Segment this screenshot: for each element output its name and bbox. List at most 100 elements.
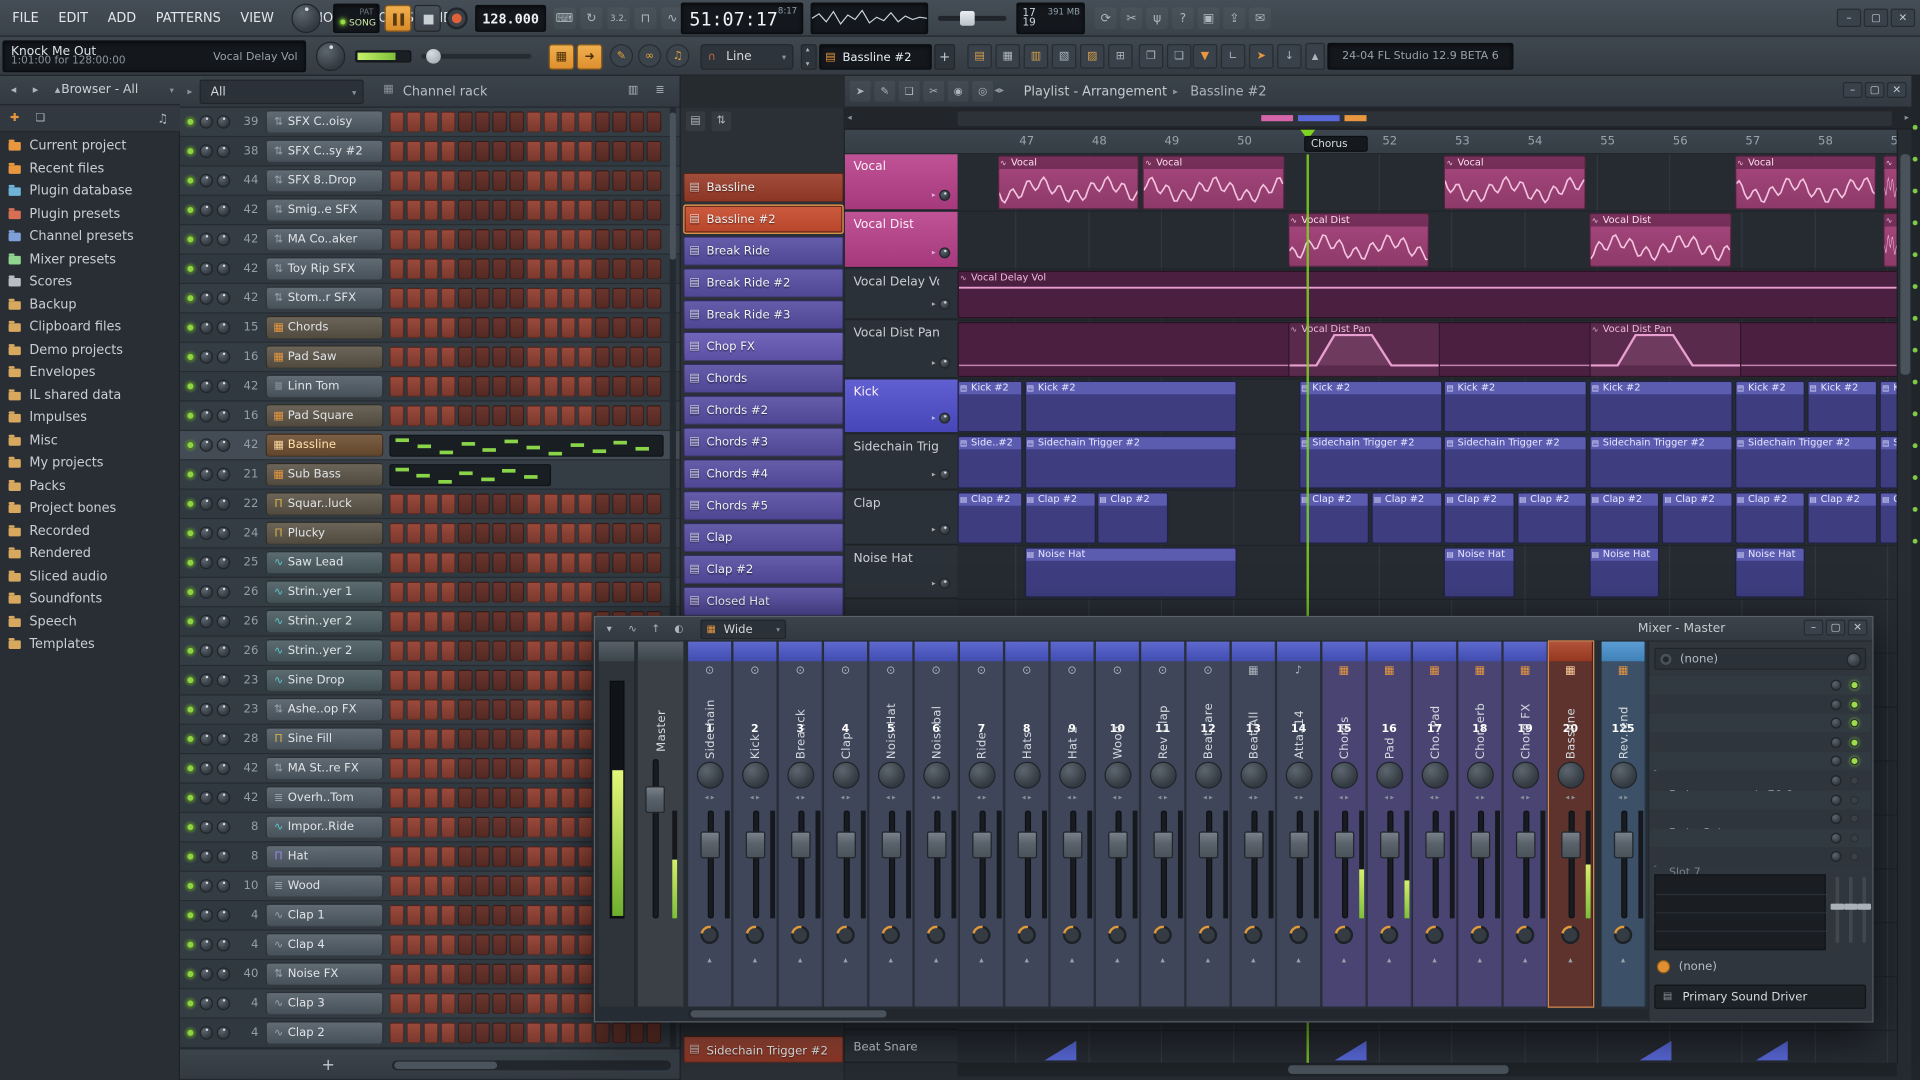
strip-pan-knob[interactable] — [1466, 761, 1494, 789]
step-cell[interactable] — [526, 699, 542, 721]
step-cell[interactable] — [440, 963, 456, 985]
scroll-handle[interactable] — [690, 1010, 887, 1018]
step-cell[interactable] — [492, 728, 507, 750]
step-cell[interactable] — [406, 170, 422, 192]
strip-pan-knob[interactable] — [832, 761, 860, 789]
step-cell[interactable] — [440, 522, 456, 544]
strip-mini-knob[interactable] — [1104, 922, 1131, 948]
strip-route-arrows[interactable]: ▴ — [869, 955, 912, 965]
step-cell[interactable] — [475, 1022, 490, 1044]
picker-view-icon[interactable]: ▤ — [685, 111, 706, 132]
track-expand-icon[interactable]: ▸ — [932, 300, 936, 309]
channel-pan-knob[interactable] — [199, 732, 214, 746]
fader-handle[interactable] — [926, 831, 947, 859]
step-cell[interactable] — [612, 552, 627, 574]
channel-button[interactable]: Overh..Tom ≣ — [265, 786, 384, 810]
step-cell[interactable] — [475, 111, 490, 133]
channel-volume-knob[interactable] — [216, 379, 231, 394]
step-cell[interactable] — [526, 140, 542, 162]
step-cell[interactable] — [440, 170, 456, 192]
step-cell[interactable] — [526, 287, 542, 309]
playlist-clip[interactable]: ▤Clap #2 — [1734, 492, 1805, 544]
step-cell[interactable] — [406, 346, 422, 368]
channel-pan-knob[interactable] — [199, 820, 214, 834]
step-cell[interactable] — [492, 111, 507, 133]
slot-enable-led[interactable] — [1850, 833, 1859, 843]
strip-pan-knob[interactable] — [1059, 761, 1087, 789]
mixer-strip[interactable]: 8 ⊙ Hats ◂ ▸ ▴ — [1005, 641, 1050, 1007]
step-cell[interactable] — [560, 875, 576, 897]
step-cell[interactable] — [475, 405, 490, 427]
pattern-item[interactable]: Chords #2 ▤ — [683, 395, 844, 425]
channel-pan-knob[interactable] — [199, 702, 214, 717]
playlist-clip[interactable]: ▤Kick #2 — [1807, 380, 1878, 433]
fx-slot-9[interactable]: ▸Slot 9 — [1649, 828, 1872, 917]
step-cell[interactable] — [492, 375, 507, 397]
strip-mini-knob[interactable] — [1331, 922, 1357, 948]
step-cell[interactable] — [543, 375, 559, 397]
step-cell[interactable] — [629, 199, 645, 221]
step-cell[interactable] — [475, 846, 490, 867]
channel-mute-led[interactable] — [186, 734, 195, 744]
step-cell[interactable] — [457, 228, 473, 250]
step-cell[interactable] — [440, 1022, 456, 1044]
step-cell[interactable] — [457, 140, 473, 162]
strip-route-arrows[interactable]: ▴ — [1549, 955, 1592, 965]
channel-volume-knob[interactable] — [216, 144, 231, 158]
step-cell[interactable] — [509, 287, 525, 309]
step-cell[interactable] — [492, 493, 507, 515]
step-cell[interactable] — [475, 669, 490, 691]
step-cell[interactable] — [646, 522, 662, 544]
step-cell[interactable] — [475, 757, 490, 779]
step-cell[interactable] — [526, 816, 542, 838]
step-cell[interactable] — [389, 611, 405, 632]
step-cell[interactable] — [475, 552, 490, 574]
step-cell[interactable] — [509, 317, 525, 338]
step-cell[interactable] — [457, 816, 473, 838]
step-cell[interactable] — [509, 816, 525, 838]
track-knob[interactable] — [939, 298, 951, 310]
step-cell[interactable] — [406, 140, 422, 162]
playlist-v-scrollbar[interactable] — [1896, 129, 1912, 1063]
step-cell[interactable] — [560, 904, 576, 926]
step-cell[interactable] — [543, 581, 559, 603]
step-cell[interactable] — [526, 581, 542, 603]
mixer-wave-icon[interactable]: ∿ — [623, 621, 641, 638]
step-cell[interactable] — [543, 317, 559, 338]
step-cell[interactable] — [612, 111, 627, 133]
step-cell[interactable] — [629, 287, 645, 309]
playlist-clip[interactable]: ▤Clap #2 — [957, 492, 1023, 544]
playlist-clip[interactable]: ▤Clap #2 — [1444, 492, 1515, 544]
step-cell[interactable] — [389, 1022, 405, 1044]
step-cell[interactable] — [509, 963, 525, 985]
strip-route-arrows[interactable]: ▴ — [1051, 955, 1094, 965]
step-cell[interactable] — [543, 787, 559, 809]
step-cell[interactable] — [457, 669, 473, 691]
playlist-clip[interactable]: ▤Clap #2 — [1589, 492, 1660, 544]
mixer-strip[interactable]: 20 ▦ Bassline ◂ ▸ ▴ — [1547, 640, 1595, 1008]
step-cell[interactable] — [560, 816, 576, 838]
strip-route-arrows[interactable]: ▴ — [1413, 955, 1456, 965]
step-cell[interactable] — [406, 228, 422, 250]
step-cell[interactable] — [389, 757, 405, 779]
export-icon[interactable]: ⇪ — [1223, 7, 1246, 30]
browser-item-demo-projects[interactable]: Demo projects — [0, 339, 180, 362]
step-cell[interactable] — [526, 875, 542, 897]
channel-button[interactable]: SFX C..oisy ⇅ — [265, 110, 384, 134]
audio-driver-selector[interactable]: ▤ Primary Sound Driver — [1654, 984, 1867, 1009]
step-cell[interactable] — [595, 170, 610, 192]
mixer-icon[interactable]: ▧ — [1051, 44, 1077, 69]
mic-icon[interactable]: ψ — [1146, 7, 1169, 30]
track-expand-icon[interactable]: ▸ — [932, 249, 936, 258]
channel-button[interactable]: Clap 3 ∿ — [265, 991, 384, 1016]
playlist-clip[interactable]: ∿ Vocal Dist Pan — [1287, 322, 1441, 378]
slot-enable-led[interactable] — [1850, 738, 1859, 747]
channel-pan-knob[interactable] — [199, 203, 214, 217]
step-cell[interactable] — [526, 317, 542, 338]
step-cell[interactable] — [646, 287, 662, 309]
step-cell[interactable] — [440, 199, 456, 221]
browser-item-sliced-audio[interactable]: Sliced audio — [0, 565, 180, 588]
step-cell[interactable] — [406, 522, 422, 544]
step-cell[interactable] — [543, 816, 559, 838]
strip-pan-knob[interactable] — [1610, 761, 1638, 789]
